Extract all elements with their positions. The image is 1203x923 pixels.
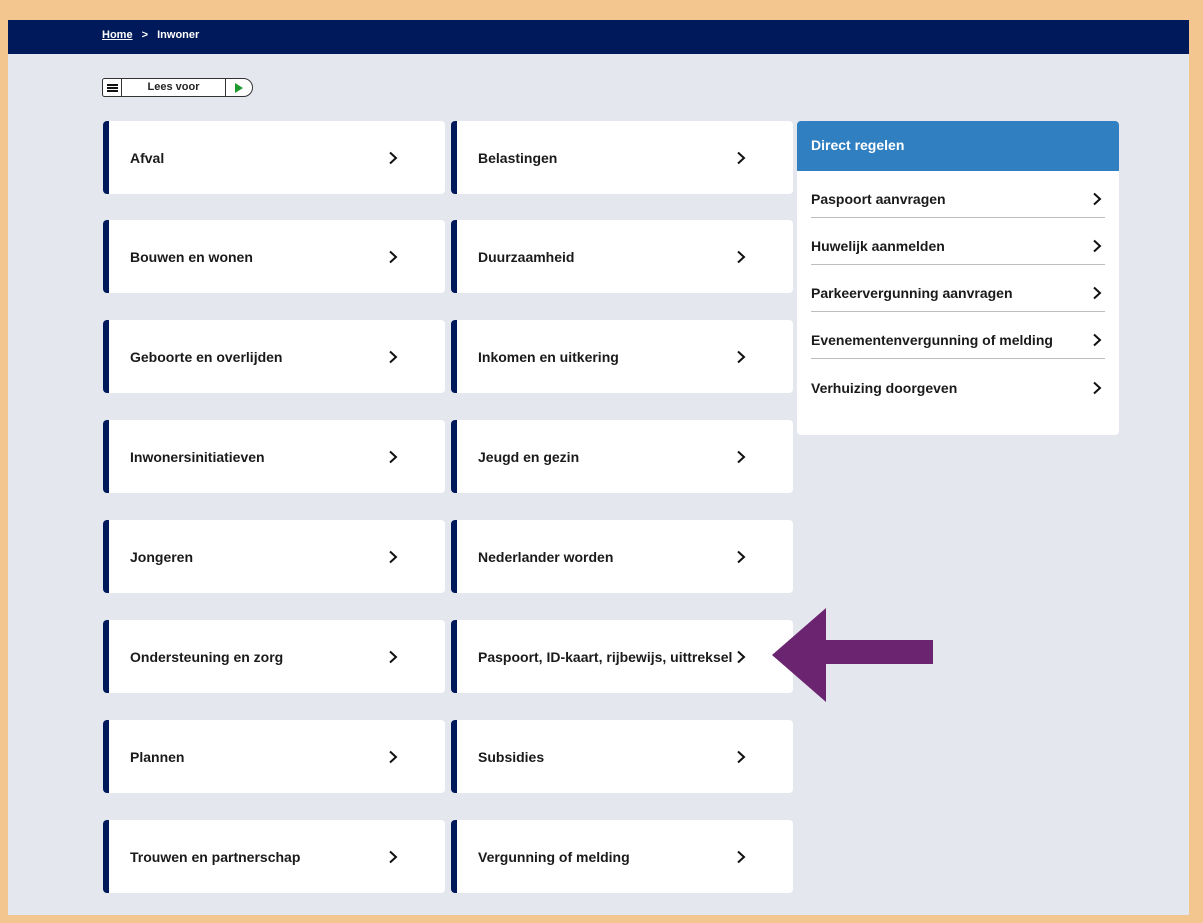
- breadcrumb: Home > Inwoner: [102, 29, 199, 41]
- chevron-right-icon: [735, 520, 747, 593]
- category-tile[interactable]: Inwonersinitiatieven: [103, 420, 445, 493]
- tile-accent-bar: [103, 121, 109, 194]
- direct-regelen-item-label: Paspoort aanvragen: [811, 191, 946, 207]
- tile-label: Afval: [130, 149, 165, 166]
- tile-accent-bar: [451, 520, 457, 593]
- chevron-right-icon: [1091, 286, 1103, 300]
- chevron-right-icon: [387, 121, 399, 194]
- tile-accent-bar: [451, 220, 457, 293]
- tile-label: Belastingen: [478, 149, 558, 166]
- annotation-arrow-icon: [772, 608, 942, 707]
- chevron-right-icon: [387, 320, 399, 393]
- tile-label: Nederlander worden: [478, 548, 614, 565]
- chevron-right-icon: [387, 720, 399, 793]
- tile-label: Plannen: [130, 748, 185, 765]
- chevron-right-icon: [387, 520, 399, 593]
- tile-accent-bar: [451, 720, 457, 793]
- chevron-right-icon: [735, 121, 747, 194]
- category-tile[interactable]: Jeugd en gezin: [451, 420, 793, 493]
- direct-regelen-item-label: Verhuizing doorgeven: [811, 379, 958, 396]
- chevron-right-icon: [1091, 239, 1103, 253]
- tile-accent-bar: [103, 720, 109, 793]
- direct-regelen-panel: Direct regelen Paspoort aanvragen Huwelij…: [797, 121, 1119, 435]
- chevron-right-icon: [387, 620, 399, 693]
- direct-regelen-item[interactable]: Verhuizing doorgeven: [811, 359, 1105, 406]
- tile-label: Ondersteuning en zorg: [130, 648, 284, 665]
- direct-regelen-item[interactable]: Evenementenvergunning of melding: [811, 312, 1105, 359]
- page-frame: Home > Inwoner Lees voor Afval Bouwen en …: [8, 20, 1189, 915]
- category-tile[interactable]: Vergunning of melding: [451, 820, 793, 893]
- category-tile[interactable]: Duurzaamheid: [451, 220, 793, 293]
- category-tile[interactable]: Bouwen en wonen: [103, 220, 445, 293]
- tile-accent-bar: [451, 620, 457, 693]
- play-icon[interactable]: [226, 79, 252, 96]
- chevron-right-icon: [387, 820, 399, 893]
- breadcrumb-home-link[interactable]: Home: [102, 29, 133, 41]
- category-tile[interactable]: Afval: [103, 121, 445, 194]
- tile-accent-bar: [451, 820, 457, 893]
- tile-accent-bar: [103, 320, 109, 393]
- category-tile[interactable]: Jongeren: [103, 520, 445, 593]
- category-tile[interactable]: Nederlander worden: [451, 520, 793, 593]
- direct-regelen-item[interactable]: Huwelijk aanmelden: [811, 218, 1105, 265]
- breadcrumb-separator: >: [141, 29, 149, 41]
- tile-label: Inkomen en uitkering: [478, 348, 619, 365]
- read-aloud-button[interactable]: Lees voor: [122, 79, 226, 96]
- direct-regelen-list: Paspoort aanvragen Huwelijk aanmelden Park…: [797, 171, 1119, 406]
- tile-label: Vergunning of melding: [478, 848, 630, 865]
- category-tile[interactable]: Paspoort, ID-kaart, rijbewijs, uittrekse…: [451, 620, 793, 693]
- category-tile[interactable]: Ondersteuning en zorg: [103, 620, 445, 693]
- chevron-right-icon: [735, 220, 747, 293]
- chevron-right-icon: [387, 220, 399, 293]
- tile-accent-bar: [451, 121, 457, 194]
- tile-label: Jongeren: [130, 548, 194, 565]
- tile-accent-bar: [103, 620, 109, 693]
- top-bar: Home > Inwoner: [8, 20, 1189, 54]
- chevron-right-icon: [735, 620, 747, 693]
- breadcrumb-current: Inwoner: [157, 29, 200, 41]
- chevron-right-icon: [735, 320, 747, 393]
- tile-label: Inwonersinitiatieven: [130, 448, 265, 465]
- tile-label: Duurzaamheid: [478, 248, 575, 265]
- direct-regelen-item-label: Parkeervergunning aanvragen: [811, 285, 1013, 301]
- tile-accent-bar: [103, 820, 109, 893]
- tile-label: Geboorte en overlijden: [130, 348, 283, 365]
- category-tile[interactable]: Subsidies: [451, 720, 793, 793]
- category-tile[interactable]: Trouwen en partnerschap: [103, 820, 445, 893]
- direct-regelen-item[interactable]: Parkeervergunning aanvragen: [811, 265, 1105, 312]
- chevron-right-icon: [735, 820, 747, 893]
- direct-regelen-title: Direct regelen: [797, 121, 1119, 171]
- direct-regelen-item-label: Huwelijk aanmelden: [811, 238, 945, 254]
- tile-accent-bar: [451, 320, 457, 393]
- chevron-right-icon: [735, 420, 747, 493]
- menu-icon[interactable]: [103, 79, 122, 96]
- category-tile[interactable]: Inkomen en uitkering: [451, 320, 793, 393]
- readspeaker-bar: Lees voor: [102, 78, 253, 97]
- category-tile[interactable]: Belastingen: [451, 121, 793, 194]
- tile-accent-bar: [103, 220, 109, 293]
- tile-accent-bar: [103, 420, 109, 493]
- tile-label: Trouwen en partnerschap: [130, 848, 301, 865]
- tile-label: Paspoort, ID-kaart, rijbewijs, uittrekse…: [478, 648, 733, 665]
- tile-accent-bar: [451, 420, 457, 493]
- chevron-right-icon: [1091, 192, 1103, 206]
- chevron-right-icon: [1091, 333, 1103, 347]
- tile-label: Bouwen en wonen: [130, 248, 253, 265]
- direct-regelen-item-label: Evenementenvergunning of melding: [811, 332, 1053, 348]
- chevron-right-icon: [1091, 381, 1103, 395]
- chevron-right-icon: [735, 720, 747, 793]
- chevron-right-icon: [387, 420, 399, 493]
- direct-regelen-item[interactable]: Paspoort aanvragen: [811, 171, 1105, 218]
- category-tile[interactable]: Geboorte en overlijden: [103, 320, 445, 393]
- category-tile[interactable]: Plannen: [103, 720, 445, 793]
- tile-label: Jeugd en gezin: [478, 448, 580, 465]
- tile-label: Subsidies: [478, 748, 545, 765]
- tile-accent-bar: [103, 520, 109, 593]
